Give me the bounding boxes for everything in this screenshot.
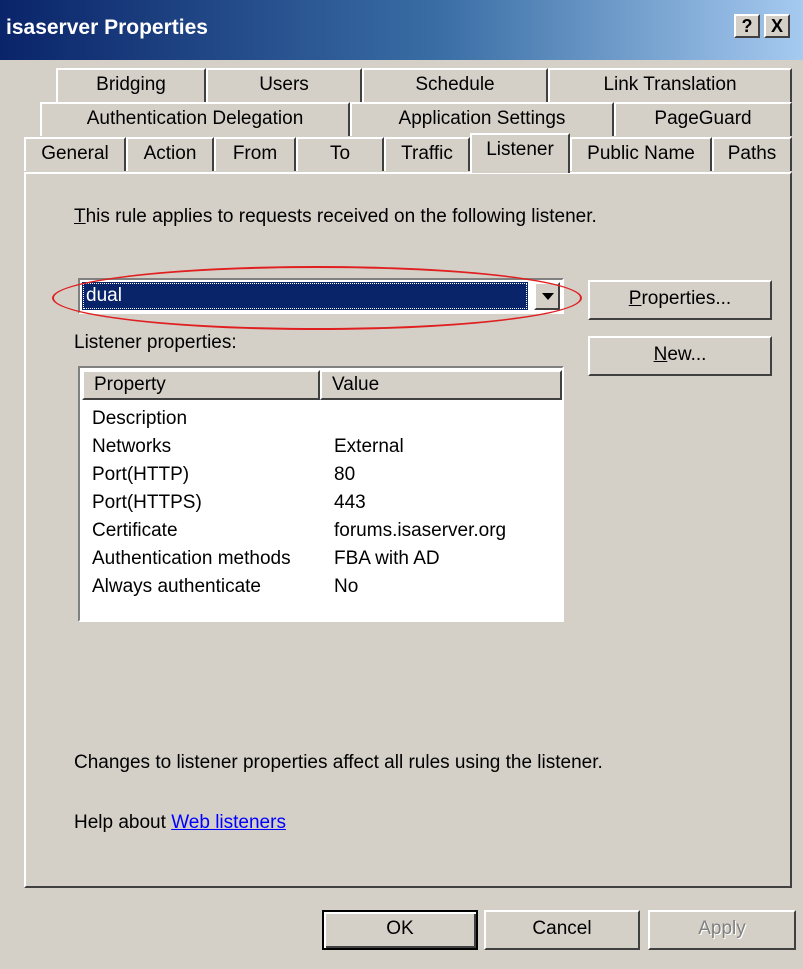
column-header-value[interactable]: Value: [320, 370, 562, 400]
dropdown-arrow-icon[interactable]: [534, 282, 560, 310]
list-item-property[interactable]: Always authenticate: [92, 576, 261, 598]
list-item-property[interactable]: Authentication methods: [92, 548, 291, 570]
help-button[interactable]: ?: [734, 14, 760, 38]
tab-to[interactable]: To: [296, 137, 384, 171]
listener-properties-list[interactable]: Property Value Description Networks Exte…: [78, 366, 564, 622]
tab-pageguard[interactable]: PageGuard: [614, 102, 792, 136]
apply-button[interactable]: Apply: [648, 910, 796, 950]
tab-listener[interactable]: Listener: [470, 133, 570, 173]
list-item-property[interactable]: Port(HTTP): [92, 464, 189, 486]
new-listener-button[interactable]: New...: [588, 336, 772, 376]
list-item-value: No: [334, 576, 359, 597]
list-item-value: forums.isaserver.org: [334, 520, 507, 541]
ok-button[interactable]: OK: [322, 910, 478, 950]
column-header-property[interactable]: Property: [82, 370, 320, 400]
tab-action[interactable]: Action: [126, 137, 214, 171]
tab-users[interactable]: Users: [206, 68, 362, 102]
title-bar[interactable]: isaserver Properties ? X: [0, 0, 803, 60]
list-item-property[interactable]: Networks: [92, 436, 171, 458]
listener-properties-label: Listener properties:: [74, 332, 237, 353]
web-listeners-link[interactable]: Web listeners: [171, 812, 286, 833]
properties-dialog: isaserver Properties ? X Bridging Users …: [0, 0, 803, 969]
tab-paths[interactable]: Paths: [712, 137, 792, 171]
tab-public-name[interactable]: Public Name: [570, 137, 712, 171]
list-item-property[interactable]: Certificate: [92, 520, 178, 542]
listener-select-value: dual: [82, 282, 528, 310]
list-item-property[interactable]: Port(HTTPS): [92, 492, 202, 514]
tab-application-settings[interactable]: Application Settings: [350, 102, 614, 136]
list-item-property[interactable]: Description: [92, 408, 187, 430]
properties-button[interactable]: Properties...: [588, 280, 772, 320]
window-title: isaserver Properties: [6, 16, 208, 39]
listener-select[interactable]: dual: [78, 278, 564, 314]
list-item-value: 80: [334, 464, 356, 485]
listener-note: Changes to listener properties affect al…: [74, 752, 603, 773]
tab-traffic[interactable]: Traffic: [384, 137, 470, 171]
tab-authentication-delegation[interactable]: Authentication Delegation: [40, 102, 350, 136]
list-item-value: 443: [334, 492, 366, 513]
tab-from[interactable]: From: [214, 137, 296, 171]
list-item-value: FBA with AD: [334, 548, 440, 569]
tab-schedule[interactable]: Schedule: [362, 68, 548, 102]
listener-intro-text: This rule applies to requests received o…: [74, 206, 597, 227]
close-button[interactable]: X: [764, 14, 790, 38]
list-item-value: External: [334, 436, 404, 457]
tab-link-translation[interactable]: Link Translation: [548, 68, 792, 102]
tab-general[interactable]: General: [24, 137, 126, 171]
help-text: Help about Web listeners: [74, 812, 286, 833]
tab-bridging[interactable]: Bridging: [56, 68, 206, 102]
cancel-button[interactable]: Cancel: [484, 910, 640, 950]
